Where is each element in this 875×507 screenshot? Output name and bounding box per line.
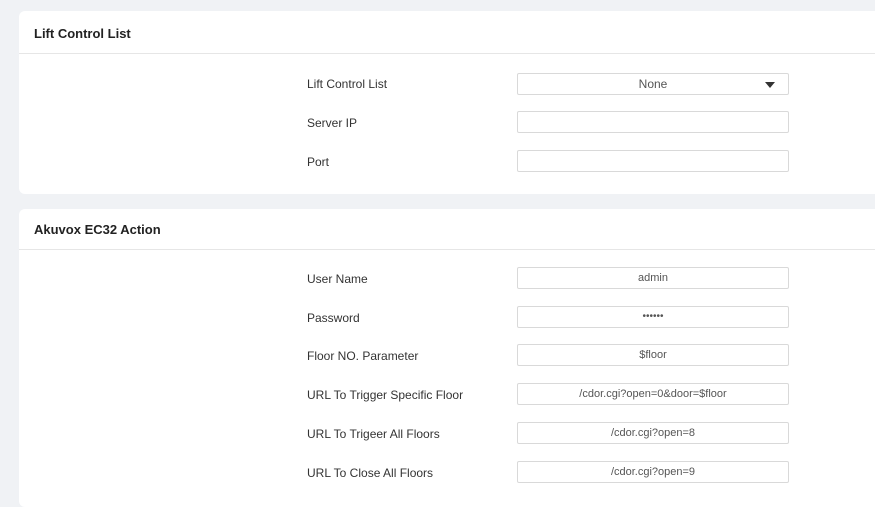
port-input[interactable] [517,150,789,172]
lift-control-card: Lift Control List Lift Control List None… [19,11,875,194]
password-label: Password [307,311,360,325]
chevron-down-icon [765,82,775,88]
floor-param-input[interactable] [517,344,789,366]
lift-control-list-label: Lift Control List [307,77,388,91]
url-all-floors-input[interactable] [517,422,789,444]
lift-control-list-value: None [638,77,668,91]
section-title: Lift Control List [34,26,131,41]
url-specific-floor-label: URL To Trigger Specific Floor [307,388,464,402]
user-name-label: User Name [307,272,368,286]
server-ip-label: Server IP [307,116,358,130]
url-all-floors-label: URL To Trigeer All Floors [307,427,440,441]
password-input[interactable]: •••••• [517,306,789,328]
lift-control-list-select[interactable]: None [517,73,789,95]
ec32-action-card: Akuvox EC32 Action User Name Password ••… [19,209,875,507]
server-ip-input[interactable] [517,111,789,133]
section-divider [19,53,875,54]
url-specific-floor-input[interactable] [517,383,789,405]
user-name-input[interactable] [517,267,789,289]
section-title: Akuvox EC32 Action [34,222,161,237]
section-divider [19,249,875,250]
floor-param-label: Floor NO. Parameter [307,349,419,363]
url-close-floors-input[interactable] [517,461,789,483]
port-label: Port [307,155,330,169]
url-close-floors-label: URL To Close All Floors [307,466,434,480]
